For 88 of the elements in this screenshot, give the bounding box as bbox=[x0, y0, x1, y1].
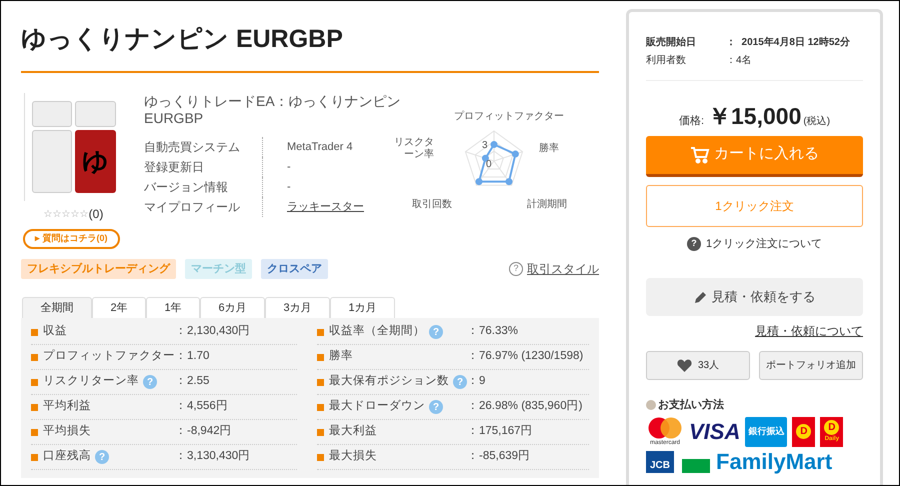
stat-value: ：1.70 bbox=[175, 349, 210, 364]
style-tag: フレキシブルトレーディング bbox=[21, 259, 176, 279]
radar-axis-label: 取引回数 bbox=[412, 199, 452, 211]
d-logo: D bbox=[792, 416, 816, 446]
add-portfolio-button[interactable]: ポートフォリオ追加 bbox=[759, 351, 863, 380]
cart-icon bbox=[690, 146, 710, 164]
square-bullet-icon bbox=[31, 354, 38, 360]
stat-value: ：-85,639円 bbox=[467, 449, 532, 464]
stat-value: ：76.33% bbox=[467, 324, 520, 340]
stat-label: 勝率 bbox=[329, 348, 353, 364]
square-bullet-icon bbox=[317, 328, 324, 336]
price: ￥15,000 bbox=[708, 102, 802, 131]
product-name: ゆっくりトレードEA：ゆっくりナンピン EURGBP bbox=[144, 93, 402, 127]
spec-label: バージョン情報 bbox=[144, 179, 229, 196]
profile-link[interactable]: ラッキースター bbox=[287, 198, 364, 216]
stat-label: 収益 bbox=[43, 324, 67, 340]
period-tab[interactable]: 3カ月 bbox=[265, 297, 330, 318]
stripe-icon bbox=[682, 458, 710, 472]
info-value: ： 2015年4月8日 12時52分 bbox=[726, 36, 850, 50]
radar-tick-label: 3 bbox=[482, 140, 488, 151]
radar-axis-label: 勝率 bbox=[539, 143, 559, 155]
tax-note: (税込) bbox=[803, 114, 830, 129]
trade-style-link[interactable]: 取引スタイル bbox=[527, 260, 599, 278]
info-value: ：4名 bbox=[726, 54, 752, 68]
square-bullet-icon bbox=[31, 378, 38, 386]
stat-label: 最大ドローダウン bbox=[329, 398, 425, 414]
quote-request-button[interactable]: 見積・依頼をする bbox=[646, 278, 863, 316]
stat-label: 平均利益 bbox=[43, 398, 91, 414]
spec-value: - bbox=[287, 180, 291, 195]
stat-label: 収益率（全期間） bbox=[329, 324, 425, 340]
radar-axis-label: リスクターン率 bbox=[394, 137, 434, 161]
square-bullet-icon bbox=[317, 404, 324, 410]
square-bullet-icon bbox=[317, 454, 324, 460]
stat-value: ：9 bbox=[467, 374, 486, 390]
square-bullet-icon bbox=[317, 378, 324, 386]
square-bullet-icon bbox=[31, 404, 38, 410]
familymart-logo: FamilyMart bbox=[716, 450, 832, 472]
radar-tick-label: 0 bbox=[486, 158, 492, 172]
jcb-logo: JCB bbox=[646, 450, 674, 472]
stat-value: ：4,556円 bbox=[175, 399, 229, 414]
radar-axis-label: 計測期間 bbox=[527, 199, 567, 211]
period-tab[interactable]: 1カ月 bbox=[330, 297, 395, 318]
period-tab[interactable]: 1年 bbox=[146, 297, 200, 318]
period-tab[interactable]: 6カ月 bbox=[200, 297, 265, 318]
pen-icon bbox=[694, 290, 708, 304]
heart-icon bbox=[676, 359, 692, 372]
spec-label: マイプロフィール bbox=[144, 199, 241, 216]
spec-value: MetaTrader 4 bbox=[287, 140, 353, 155]
style-tag: マーチン型 bbox=[185, 259, 252, 279]
square-bullet-icon bbox=[31, 428, 38, 436]
period-tab[interactable]: 2年 bbox=[92, 297, 146, 318]
stat-value: ：76.97% (1230/1598) bbox=[467, 349, 584, 364]
stat-label: 最大保有ポジション数 bbox=[329, 374, 449, 390]
radar-axis-label: プロフィットファクター bbox=[454, 111, 564, 123]
info-label: 販売開始日 bbox=[646, 36, 697, 50]
stat-value: ：2.55 bbox=[175, 374, 210, 390]
stat-label: プロフィットファクター bbox=[43, 348, 175, 364]
one-click-help-link[interactable]: 1クリック注文について bbox=[706, 236, 822, 252]
style-tag: クロスペア bbox=[261, 259, 328, 279]
help-icon: ? bbox=[686, 236, 701, 251]
info-label: 利用者数 bbox=[646, 54, 687, 68]
quote-info-link[interactable]: 見積・依頼について bbox=[755, 322, 863, 340]
review-count: (0) bbox=[88, 206, 104, 223]
square-bullet-icon bbox=[317, 428, 324, 436]
visa-logo: VISA bbox=[689, 418, 740, 446]
stat-label: 口座残高 bbox=[43, 448, 91, 464]
favorite-button[interactable]: 33人 bbox=[646, 351, 750, 380]
stat-label: 平均損失 bbox=[43, 424, 91, 440]
stat-value: ：-8,942円 bbox=[175, 424, 233, 440]
square-bullet-icon bbox=[31, 328, 38, 336]
stat-value: ：3,130,430円 bbox=[175, 449, 252, 464]
payment-title: お支払い方法 bbox=[658, 398, 724, 413]
spec-label: 登録更新日 bbox=[144, 159, 205, 176]
stat-label: 最大利益 bbox=[329, 424, 377, 440]
star-rating: ☆☆☆☆☆ bbox=[44, 208, 89, 222]
period-tab[interactable]: 全期間 bbox=[22, 297, 92, 318]
square-bullet-icon bbox=[317, 354, 324, 360]
stat-value: ：175,167円 bbox=[467, 424, 534, 440]
stat-label: リスクリターン率 bbox=[43, 374, 139, 390]
square-bullet-icon bbox=[31, 454, 38, 460]
bank-transfer-logo: 銀行振込 bbox=[745, 416, 788, 446]
page-title: ゆっくりナンピン EURGBP bbox=[21, 24, 344, 55]
stat-label: 最大損失 bbox=[329, 448, 377, 464]
spec-label: 自動売買システム bbox=[144, 139, 241, 156]
stat-value: ：2,130,430円 bbox=[175, 324, 252, 340]
price-label: 価格: bbox=[678, 114, 704, 129]
spec-value: - bbox=[287, 160, 291, 175]
stat-value: ：26.98% (835,960円) bbox=[467, 399, 584, 414]
